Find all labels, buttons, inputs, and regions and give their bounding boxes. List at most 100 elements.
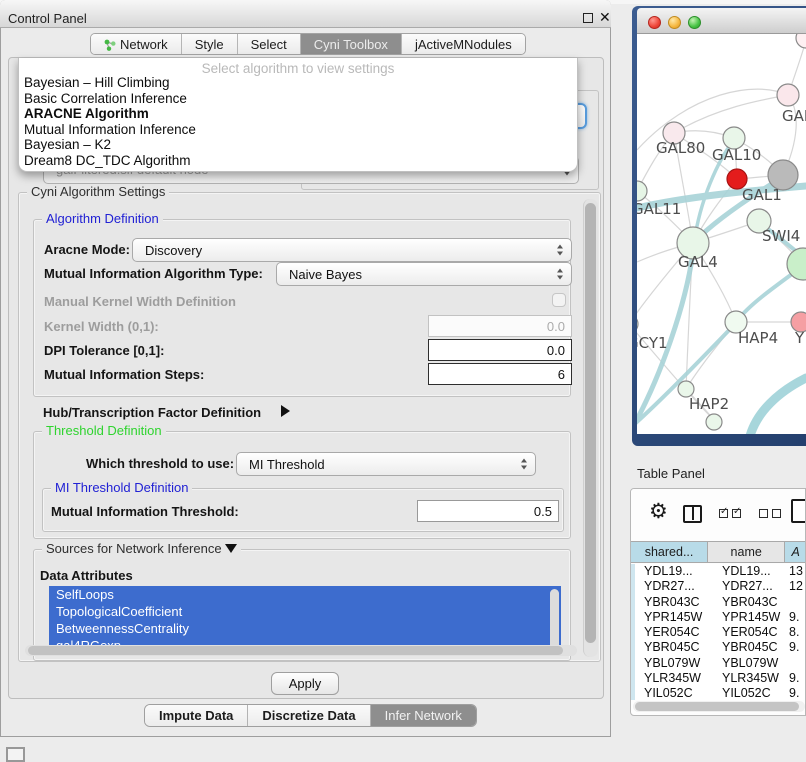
table-row[interactable]: YBR043CYBR043C <box>635 595 806 610</box>
cell-name: YLR345W <box>709 671 787 686</box>
table-row[interactable]: YBL079WYBL079W <box>635 656 806 671</box>
node-label: GAL4 <box>678 253 718 271</box>
float-window-icon[interactable] <box>583 13 593 23</box>
node-label: Y <box>794 329 805 347</box>
sources-title[interactable]: Sources for Network Inference <box>42 541 241 556</box>
table-row[interactable]: YER054CYER054C8. <box>635 625 806 640</box>
data-attributes-list[interactable]: SelfLoops TopologicalCoefficient Between… <box>49 586 561 654</box>
node-bottom-green[interactable] <box>706 414 722 430</box>
dropdown-item[interactable]: Mutual Information Inference <box>19 122 577 138</box>
kernel-width-field[interactable]: 0.0 <box>428 315 572 337</box>
aracne-mode-label: Aracne Mode: <box>44 242 130 257</box>
node-label: GAL <box>782 107 806 125</box>
cell-name: YPR145W <box>709 610 787 625</box>
node-label: GCY1 <box>637 334 668 352</box>
dpi-tolerance-field[interactable]: 0.0 <box>428 339 572 361</box>
list-item[interactable]: BetweennessCentrality <box>49 620 561 637</box>
minimized-panel-icon[interactable] <box>6 747 25 762</box>
node-label: GAL10 <box>712 146 761 164</box>
cell-name: YDL19... <box>709 564 787 579</box>
table-header-row: shared... name A <box>631 541 806 563</box>
tab-infer-network[interactable]: Infer Network <box>371 705 476 726</box>
tab-network[interactable]: Network <box>91 34 182 54</box>
list-item[interactable]: TopologicalCoefficient <box>49 603 561 620</box>
table-row[interactable]: YIL052CYIL052C9. <box>635 686 806 700</box>
algorithm-definition-group: Algorithm Definition Aracne Mode: Discov… <box>33 219 571 397</box>
column-header-shared-name[interactable]: shared... <box>631 542 708 562</box>
mi-steps-field[interactable]: 6 <box>428 363 572 385</box>
tab-cyni-toolbox[interactable]: Cyni Toolbox <box>301 34 402 54</box>
table-body[interactable]: YDL19...YDL19...13 YDR27...YDR27...12 YB… <box>631 564 806 700</box>
column-header-name[interactable]: name <box>708 542 785 562</box>
tab-select[interactable]: Select <box>238 34 301 54</box>
zoom-traffic-light-icon[interactable] <box>688 16 701 29</box>
cell-shared: YLR345W <box>635 671 709 686</box>
table-row[interactable]: YPR145WYPR145W9. <box>635 610 806 625</box>
hub-definition-toggle-label[interactable]: Hub/Transcription Factor Definition <box>43 405 261 420</box>
mi-steps-label: Mutual Information Steps: <box>44 367 204 382</box>
dropdown-item[interactable]: Basic Correlation Inference <box>19 91 577 107</box>
mi-algorithm-type-combobox[interactable]: Naive Bayes <box>276 262 572 286</box>
cyni-algorithm-settings-group: Cyni Algorithm Settings Algorithm Defini… <box>18 192 601 662</box>
dropdown-item[interactable]: Bayesian – Hill Climbing <box>19 75 577 91</box>
expand-arrow-icon[interactable] <box>281 405 290 417</box>
tab-jactivemnodules[interactable]: jActiveMNodules <box>402 34 525 54</box>
control-panel-tabbar: Network Style Select Cyni Toolbox jActiv… <box>90 33 526 55</box>
column-layout-icon[interactable] <box>683 505 702 523</box>
apply-button[interactable]: Apply <box>271 672 339 695</box>
network-canvas[interactable]: GAL GAL80 GAL10 GAL1 GAL11 SWI4 GAL4 GCY… <box>637 34 806 434</box>
table-row[interactable]: YBR045CYBR045C9. <box>635 640 806 655</box>
table-row[interactable]: YLR345WYLR345W9. <box>635 671 806 686</box>
cell-name: YBR043C <box>709 595 787 610</box>
tab-style[interactable]: Style <box>182 34 238 54</box>
dropdown-item[interactable]: Bayesian – K2 <box>19 137 577 153</box>
select-all-icon[interactable] <box>719 509 741 518</box>
control-panel-titlebar[interactable]: Control Panel ✕ <box>0 0 611 28</box>
network-graph: GAL GAL80 GAL10 GAL1 GAL11 SWI4 GAL4 GCY… <box>637 34 806 434</box>
export-table-icon[interactable] <box>791 499 806 523</box>
table-hscrollbar-thumb[interactable] <box>635 702 799 711</box>
close-traffic-light-icon[interactable] <box>648 16 661 29</box>
cell-value: 9. <box>787 671 806 686</box>
cell-shared: YPR145W <box>635 610 709 625</box>
table-row[interactable]: YDL19...YDL19...13 <box>635 564 806 579</box>
algorithm-dropdown-list: Select algorithm to view settings Bayesi… <box>18 58 578 172</box>
dropdown-item[interactable]: Dream8 DC_TDC Algorithm <box>19 153 577 169</box>
node-gal-pink[interactable] <box>777 84 799 106</box>
dropdown-item-selected[interactable]: ARACNE Algorithm <box>19 106 577 122</box>
cell-value: 13 <box>787 564 806 579</box>
network-window-titlebar[interactable] <box>637 8 806 34</box>
close-icon[interactable]: ✕ <box>599 9 611 26</box>
table-hscrollbar-track[interactable] <box>633 701 805 712</box>
settings-scrollbar-thumb[interactable] <box>585 203 596 643</box>
node-gcy1[interactable] <box>637 315 638 333</box>
stepper-icon <box>557 269 563 280</box>
cell-value: 9. <box>787 640 806 655</box>
mi-threshold-label: Mutual Information Threshold: <box>51 504 239 519</box>
node-top-edge[interactable] <box>796 34 806 48</box>
column-header-a[interactable]: A <box>785 542 806 562</box>
tab-impute-data[interactable]: Impute Data <box>145 705 248 726</box>
cell-shared: YIL052C <box>635 686 709 700</box>
which-threshold-combobox[interactable]: MI Threshold <box>236 452 536 476</box>
cell-value: 9. <box>787 686 806 700</box>
threshold-definition-group: Threshold Definition Which threshold to … <box>33 431 571 539</box>
list-scrollbar-thumb[interactable] <box>550 589 559 651</box>
table-toolbar: ⚙ <box>631 489 806 539</box>
aracne-mode-combobox[interactable]: Discovery <box>132 238 572 262</box>
deselect-all-icon[interactable] <box>759 509 781 518</box>
list-item[interactable]: SelfLoops <box>49 586 561 603</box>
aracne-mode-value: Discovery <box>145 243 202 258</box>
cyni-algorithm-settings-title: Cyni Algorithm Settings <box>27 184 169 199</box>
tab-discretize-data[interactable]: Discretize Data <box>248 705 370 726</box>
table-row[interactable]: YDR27...YDR27...12 <box>635 579 806 594</box>
mi-threshold-field[interactable]: 0.5 <box>417 500 559 522</box>
node-label: SWI4 <box>762 227 800 245</box>
settings-gear-icon[interactable]: ⚙ <box>649 501 668 522</box>
minimize-traffic-light-icon[interactable] <box>668 16 681 29</box>
kernel-width-label: Kernel Width (0,1): <box>44 319 159 334</box>
mi-threshold-definition-group: MI Threshold Definition Mutual Informati… <box>42 488 564 532</box>
manual-kernel-width-checkbox[interactable] <box>552 293 566 307</box>
settings-hscrollbar-thumb[interactable] <box>28 646 563 655</box>
mi-algorithm-type-label: Mutual Information Algorithm Type: <box>44 266 263 281</box>
